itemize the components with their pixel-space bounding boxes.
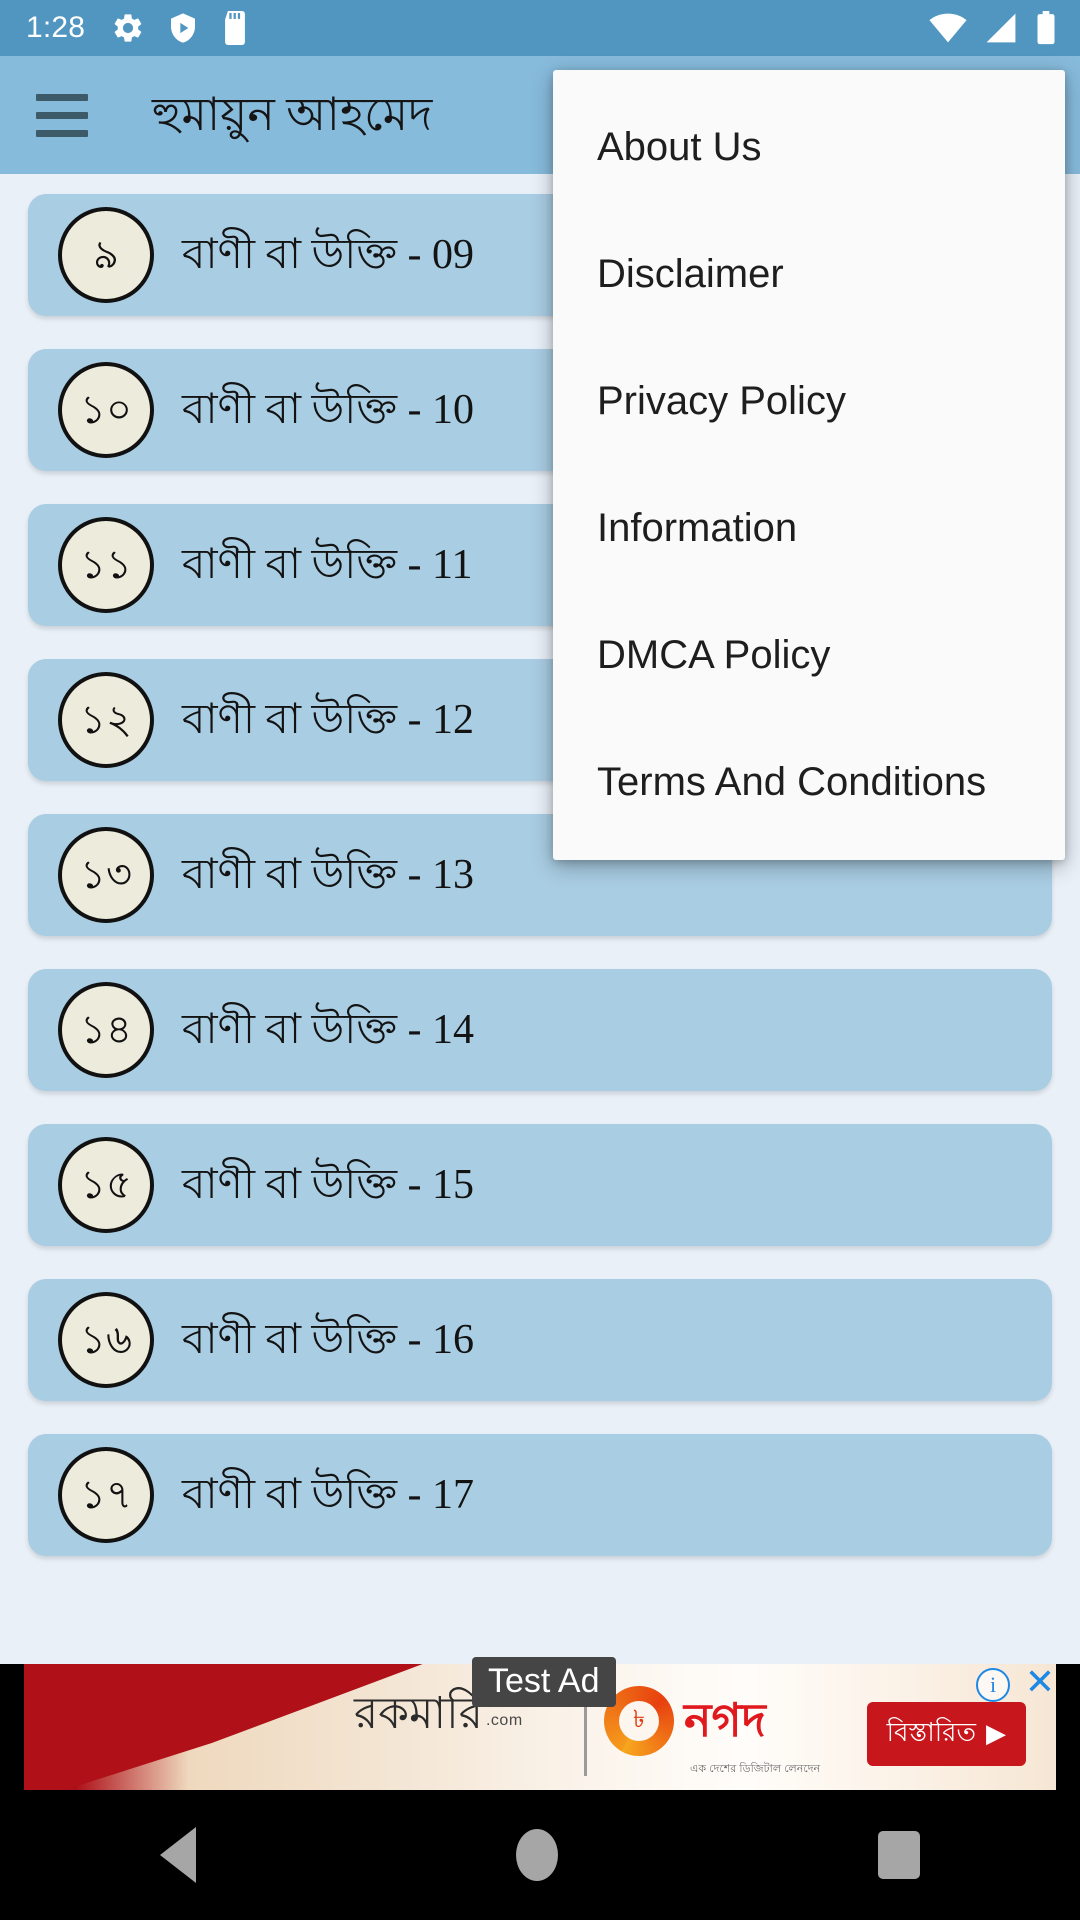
item-number-badge: ১২ — [58, 672, 154, 768]
home-circle-icon[interactable] — [516, 1829, 558, 1881]
ad-close-icon[interactable]: ✕ — [1022, 1664, 1058, 1700]
item-label: বাণী বা উক্তি - 12 — [182, 697, 475, 743]
item-number: ১৭ — [80, 1472, 132, 1517]
ad-partner-tagline: এক দেশের ডিজিটাল লেনদেন — [690, 1763, 821, 1775]
menu-item-dmca-policy[interactable]: DMCA Policy — [553, 592, 1065, 719]
hamburger-bar — [36, 93, 88, 101]
recents-square-icon[interactable] — [878, 1831, 920, 1879]
ad-advertiser-name: রকমারি — [354, 1689, 483, 1738]
menu-item-about-us[interactable]: About Us — [553, 84, 1065, 211]
status-clock: 1:28 — [26, 11, 86, 44]
list-item[interactable]: ১৫ বাণী বা উক্তি - 15 — [28, 1124, 1052, 1246]
hamburger-bar — [36, 129, 88, 137]
item-label: বাণী বা উক্তি - 11 — [182, 542, 473, 588]
menu-item-terms-and-conditions[interactable]: Terms And Conditions — [553, 719, 1065, 846]
list-item[interactable]: ১৪ বাণী বা উক্তি - 14 — [28, 969, 1052, 1091]
item-label: বাণী বা উক্তি - 09 — [182, 232, 475, 278]
phone-screen: 1:28 হুমায়ুন আহমেদ ৯ বাণী বা উক্তি - 09… — [0, 0, 1080, 1920]
item-label: বাণী বা উক্তি - 10 — [182, 387, 475, 433]
sd-card-icon — [221, 11, 249, 45]
item-number-badge: ১৬ — [58, 1292, 154, 1388]
ad-cta-button[interactable]: বিস্তারিত ▶ — [866, 1702, 1026, 1766]
ad-advertiser-domain: .com — [485, 1712, 523, 1729]
item-label: বাণী বা উক্তি - 14 — [182, 1007, 475, 1053]
android-nav-bar — [0, 1790, 1080, 1920]
play-protect-shield-icon — [167, 11, 199, 45]
status-bar: 1:28 — [0, 0, 1080, 56]
item-number-badge: ১৩ — [58, 827, 154, 923]
ad-partner-logo: ৳ নগদ — [604, 1686, 766, 1756]
cellular-signal-icon — [982, 12, 1020, 44]
item-number: ১৫ — [80, 1162, 132, 1207]
overflow-menu[interactable]: About Us Disclaimer Privacy Policy Infor… — [553, 70, 1065, 860]
item-number: ১৩ — [80, 852, 132, 897]
menu-item-disclaimer[interactable]: Disclaimer — [553, 211, 1065, 338]
list-item[interactable]: ১৬ বাণী বা উক্তি - 16 — [28, 1279, 1052, 1401]
hamburger-bar — [36, 111, 88, 119]
item-number-badge: ১০ — [58, 362, 154, 458]
list-item[interactable]: ১৭ বাণী বা উক্তি - 17 — [28, 1434, 1052, 1556]
item-number: ১১ — [80, 542, 132, 587]
ad-info-icon[interactable]: i — [976, 1668, 1010, 1702]
hamburger-menu-icon[interactable] — [14, 67, 110, 163]
item-label: বাণী বা উক্তি - 15 — [182, 1162, 475, 1208]
item-number: ১২ — [80, 697, 132, 742]
item-number-badge: ১১ — [58, 517, 154, 613]
back-triangle-icon[interactable] — [160, 1827, 196, 1883]
menu-item-privacy-policy[interactable]: Privacy Policy — [553, 338, 1065, 465]
ad-cta-label: বিস্তারিত — [886, 1718, 976, 1747]
menu-item-information[interactable]: Information — [553, 465, 1065, 592]
item-number: ১০ — [80, 387, 132, 432]
ad-cta-arrow-icon: ▶ — [986, 1719, 1006, 1748]
item-number-badge: ৯ — [58, 207, 154, 303]
item-number: ৯ — [93, 232, 119, 277]
item-number-badge: ১৪ — [58, 982, 154, 1078]
item-number-badge: ১৫ — [58, 1137, 154, 1233]
nagad-inner-icon: ৳ — [619, 1701, 659, 1741]
page-title: হুমায়ুন আহমেদ — [152, 89, 433, 140]
battery-icon — [1034, 11, 1058, 45]
item-label: বাণী বা উক্তি - 16 — [182, 1317, 475, 1363]
item-number-badge: ১৭ — [58, 1447, 154, 1543]
gear-icon — [111, 11, 145, 45]
item-label: বাণী বা উক্তি - 13 — [182, 852, 475, 898]
item-number: ১৬ — [80, 1317, 132, 1362]
wifi-icon — [928, 12, 968, 44]
item-number: ১৪ — [80, 1007, 132, 1052]
ad-partner-name: নগদ — [684, 1695, 766, 1746]
ad-test-label: Test Ad — [472, 1657, 616, 1707]
item-label: বাণী বা উক্তি - 17 — [182, 1472, 475, 1518]
